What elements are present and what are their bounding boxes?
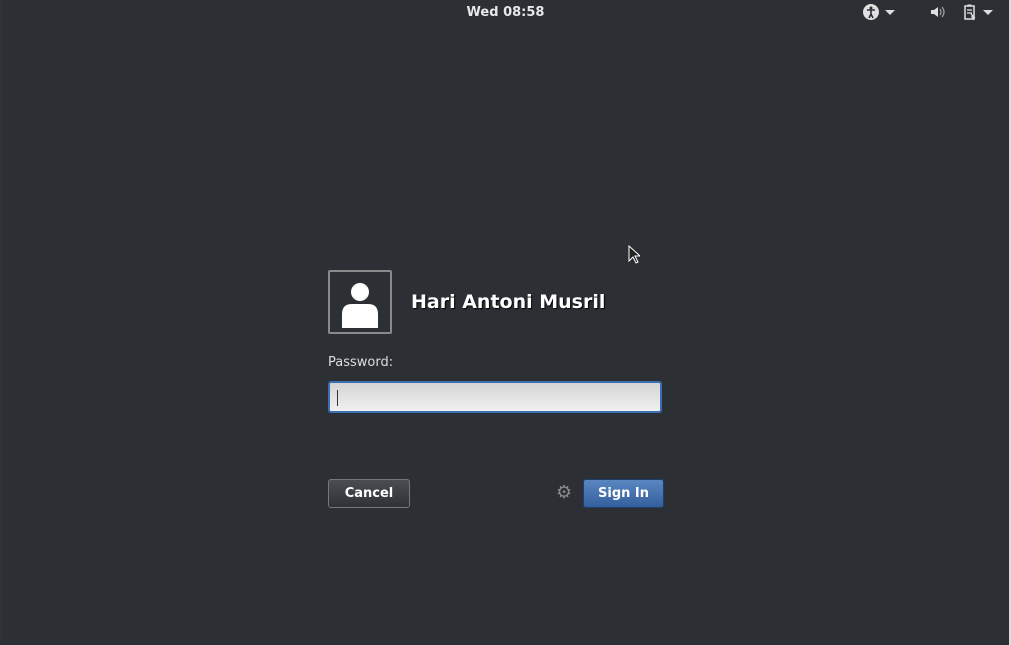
top-bar: Wed 08:58 [2, 0, 1009, 26]
password-input[interactable] [328, 381, 662, 413]
clock[interactable]: Wed 08:58 [2, 5, 1009, 20]
gear-icon[interactable]: ⚙ [556, 484, 572, 502]
chevron-down-icon [983, 9, 993, 15]
mouse-pointer-icon [628, 244, 642, 269]
cancel-button[interactable]: Cancel [328, 479, 410, 508]
volume-icon [931, 6, 945, 18]
system-menu[interactable] [929, 4, 993, 20]
accessibility-menu[interactable] [863, 4, 895, 20]
accessibility-icon [863, 4, 879, 20]
user-avatar [328, 270, 392, 334]
user-icon [342, 283, 378, 328]
text-cursor [337, 390, 338, 406]
sign-in-button[interactable]: Sign In [583, 479, 664, 508]
chevron-down-icon [885, 9, 895, 15]
password-label: Password: [328, 355, 394, 370]
battery-icon [964, 4, 976, 20]
login-screen: Wed 08:58 [2, 0, 1009, 645]
user-name: Hari Antoni Musril [411, 291, 606, 313]
